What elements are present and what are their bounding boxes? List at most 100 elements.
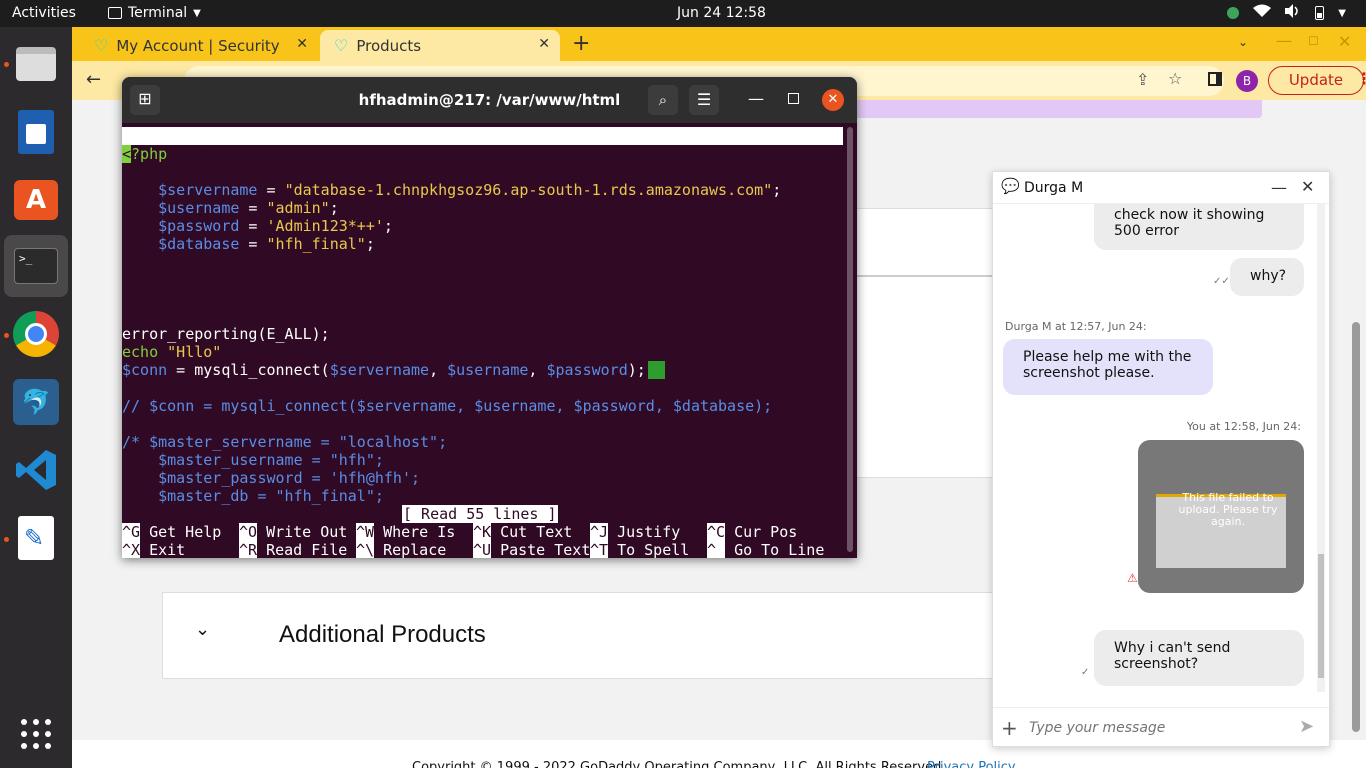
shortcut-label: Replace — [383, 541, 447, 558]
additional-products-panel[interactable]: ⌄ Additional Products — [162, 592, 1092, 679]
privacy-policy-link[interactable]: Privacy Policy — [927, 760, 1016, 768]
dock: A >_ 🐬 ✎ — [0, 27, 72, 768]
more-menu-icon[interactable]: ⋮ — [1356, 69, 1366, 88]
chevron-down-icon[interactable]: ⌄ — [195, 619, 210, 640]
terminal-app-icon[interactable]: >_ — [4, 235, 68, 297]
nano-shortcut: ^G Get Help — [122, 523, 221, 541]
minimize-icon[interactable]: — — [748, 89, 764, 108]
shortcut-key: ^\ — [356, 541, 375, 558]
side-panel-icon[interactable] — [1208, 72, 1222, 86]
mysql-workbench-icon[interactable]: 🐬 — [4, 371, 68, 433]
minimize-icon[interactable]: — — [1276, 31, 1292, 50]
shortcut-key: ^R — [239, 541, 258, 558]
bookmark-star-icon[interactable]: ☆ — [1168, 69, 1182, 88]
power-menu-icon: ▼ — [1338, 7, 1346, 19]
shortcut-key: ^G — [122, 523, 141, 541]
system-tray[interactable]: ▼ — [1227, 4, 1346, 22]
nano-shortcut: ^X Exit — [122, 541, 185, 558]
read-receipt-icon: ✓✓ — [1213, 276, 1230, 287]
app-menu[interactable]: Terminal ▼ — [108, 5, 201, 21]
close-tab-icon[interactable]: ✕ — [538, 36, 550, 52]
files-app-icon[interactable] — [4, 33, 68, 95]
share-icon[interactable]: ⇪ — [1136, 70, 1149, 89]
show-apps-grid-icon[interactable] — [4, 703, 68, 765]
nano-shortcut: ^_ Go To Line — [707, 541, 824, 558]
warning-icon: ⚠ — [1127, 571, 1138, 585]
avatar[interactable]: B — [1236, 70, 1258, 92]
tab-my-account[interactable]: ♡ My Account | Security ✕ — [80, 30, 318, 61]
message-meta: Durga M at 12:57, Jun 24: — [1005, 320, 1147, 333]
maximize-icon[interactable]: ◻ — [1308, 33, 1319, 48]
code-line: $servername = "database-1.chnpkhgsoz96.a… — [158, 181, 782, 199]
nano-editor[interactable]: GNU nano 4.8 testcon.php <?php $serverna… — [122, 123, 857, 558]
shortcut-key: ^K — [473, 523, 492, 541]
writer-app-icon[interactable] — [4, 101, 68, 163]
maximize-icon[interactable] — [788, 93, 799, 104]
minimize-icon[interactable]: — — [1271, 178, 1287, 197]
tab-products[interactable]: ♡ Products ✕ — [320, 30, 560, 61]
nano-shortcut: ^K Cut Text — [473, 523, 572, 541]
terminal-titlebar[interactable]: ⊞ hfhadmin@217: /var/www/html ⌕ ☰ — ✕ — [122, 77, 857, 123]
shortcut-label: Read File — [266, 541, 348, 558]
chat-header: 💬 Durga M — ✕ — [993, 172, 1329, 204]
text-editor-icon[interactable]: ✎ — [4, 507, 68, 569]
terminal-window[interactable]: ⊞ hfhadmin@217: /var/www/html ⌕ ☰ — ✕ GN… — [122, 77, 857, 558]
nano-shortcut: ^R Read File — [239, 541, 347, 558]
message-input[interactable] — [1029, 717, 1289, 739]
page-scrollbar[interactable] — [1352, 322, 1360, 732]
close-tab-icon[interactable]: ✕ — [296, 36, 308, 52]
close-icon[interactable]: ✕ — [822, 89, 844, 111]
code-line: $conn = mysqli_connect($servername, $use… — [122, 361, 665, 379]
app-menu-label: Terminal — [128, 5, 188, 21]
message-bubble: Why i can't send screenshot? — [1094, 630, 1304, 686]
footer-text: Copyright © 1999 - 2022 GoDaddy Operatin… — [412, 760, 946, 768]
code-line: $username = "admin"; — [158, 199, 339, 217]
battery-icon — [1315, 6, 1325, 20]
shortcut-label: Cut Text — [500, 523, 573, 541]
nano-version: GNU nano 4.8 — [176, 145, 303, 163]
vscode-app-icon[interactable] — [4, 439, 68, 501]
shortcut-key: ^U — [473, 541, 492, 558]
chat-messages[interactable]: check now it showing 500 error ✓✓ why? D… — [993, 204, 1329, 694]
terminal-scrollbar[interactable] — [847, 127, 853, 552]
new-tab-icon[interactable]: + — [572, 31, 590, 56]
chat-bubble-icon: 💬 — [1001, 177, 1020, 195]
update-button[interactable]: Update — [1268, 66, 1364, 95]
close-window-icon[interactable]: ✕ — [1338, 32, 1351, 51]
attachment-bubble[interactable]: This file failed to upload. Please try a… — [1138, 440, 1304, 593]
software-center-icon[interactable]: A — [4, 169, 68, 231]
shortcut-label: Go To Line — [734, 541, 825, 558]
chrome-app-icon[interactable] — [4, 303, 68, 365]
wifi-icon — [1253, 4, 1272, 22]
volume-icon — [1285, 4, 1301, 22]
shortcut-label: Cur Pos — [734, 523, 798, 541]
divider — [852, 275, 992, 277]
tab-title: My Account | Security — [116, 36, 280, 55]
terminal-title: hfhadmin@217: /var/www/html — [358, 91, 621, 109]
shortcut-key: ^W — [356, 523, 375, 541]
tab-search-icon[interactable]: ⌄ — [1238, 35, 1248, 49]
code-line: $database = "hfh_final"; — [158, 235, 375, 253]
nano-shortcut: ^C Cur Pos — [707, 523, 797, 541]
message-meta: You at 12:58, Jun 24: — [1186, 420, 1301, 433]
shortcut-label: Where Is — [383, 523, 456, 541]
code-line: echo "Hllo" — [122, 343, 222, 361]
cursor — [647, 361, 665, 379]
search-icon[interactable]: ⌕ — [648, 85, 678, 115]
update-icon — [1227, 7, 1240, 19]
back-arrow-icon[interactable]: ← — [86, 69, 101, 90]
send-icon[interactable]: ➤ — [1299, 716, 1314, 737]
code-comment: /* $master_servername = "localhost"; — [122, 433, 448, 451]
upload-error-text: This file failed to upload. Please try a… — [1178, 491, 1278, 528]
nano-shortcut: ^O Write Out — [239, 523, 347, 541]
shortcut-label: Justify — [617, 523, 681, 541]
close-icon[interactable]: ✕ — [1301, 177, 1314, 196]
read-receipt-icon: ✓ — [1081, 667, 1090, 678]
clock[interactable]: Jun 24 12:58 — [677, 5, 766, 21]
activities-button[interactable]: Activities — [12, 5, 76, 21]
nano-shortcut: ^J Justify — [590, 523, 680, 541]
add-attachment-icon[interactable]: + — [1001, 716, 1018, 740]
hamburger-menu-icon[interactable]: ☰ — [689, 85, 719, 115]
chat-scrollbar[interactable] — [1317, 204, 1325, 692]
terminal-icon — [108, 7, 122, 19]
